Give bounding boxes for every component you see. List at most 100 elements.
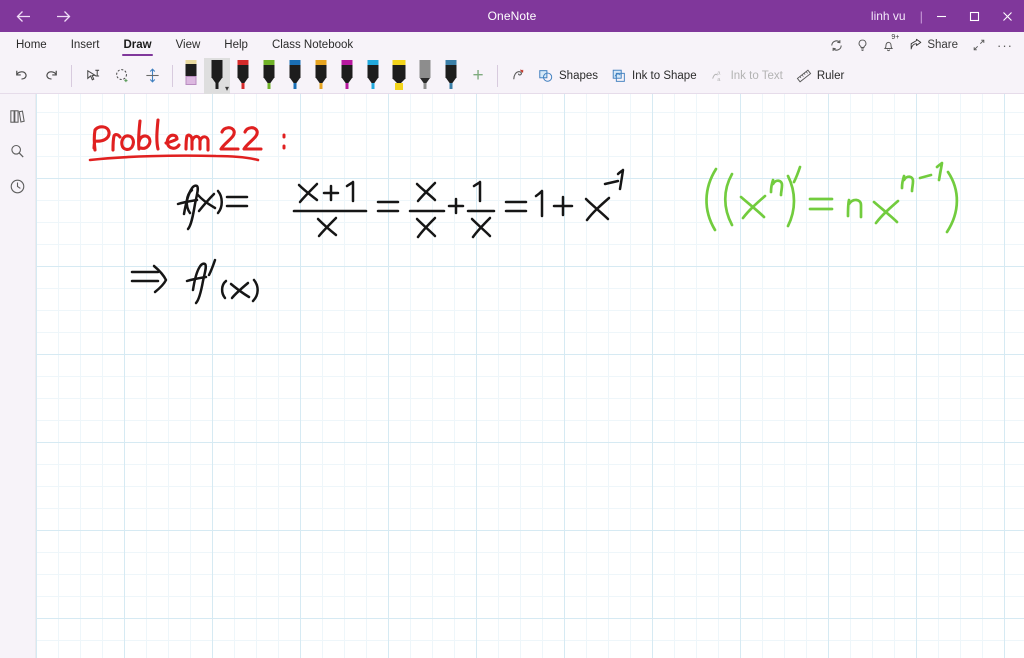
- ink-layer: [36, 94, 1024, 658]
- toolbar-divider-2: [172, 64, 173, 87]
- ink-equation-line-1: [176, 168, 625, 239]
- pen-barrel-orange: [315, 64, 327, 78]
- ruler-label: Ruler: [816, 69, 845, 82]
- tool-pen-blue[interactable]: [282, 58, 308, 94]
- undo-button[interactable]: [6, 61, 36, 91]
- tab-view[interactable]: View: [164, 32, 213, 58]
- draw-toolbar: ▾ + Shapes Ink to Shape a a Ink to Text …: [0, 57, 1024, 94]
- shapes-icon: [538, 68, 554, 84]
- ink-to-shape-label: Ink to Shape: [632, 69, 697, 82]
- sync-icon[interactable]: [823, 32, 849, 58]
- ink-to-shape-button[interactable]: Ink to Shape: [606, 62, 705, 90]
- title-bar: OneNote linh vu |: [0, 0, 1024, 32]
- eraser-barrel: [185, 63, 197, 76]
- svg-text:a: a: [717, 70, 721, 76]
- tool-pen-cyan[interactable]: [360, 58, 386, 94]
- notification-badge-count: 9+: [891, 34, 900, 41]
- tool-pen-black[interactable]: ▾: [204, 57, 230, 94]
- ink-replay-icon[interactable]: [503, 61, 533, 91]
- left-sidebar: [0, 94, 36, 658]
- add-pen-button[interactable]: +: [464, 61, 492, 91]
- more-options-icon[interactable]: ···: [992, 32, 1018, 58]
- redo-button[interactable]: [36, 61, 66, 91]
- forward-icon[interactable]: [46, 1, 80, 31]
- pencil-ink-gray: [423, 82, 427, 89]
- toolbar-divider-3: [497, 64, 498, 87]
- note-canvas[interactable]: [36, 94, 1024, 658]
- share-icon: [909, 38, 923, 52]
- svg-text:a: a: [717, 76, 721, 82]
- ink-to-shape-icon: [611, 68, 627, 84]
- pen-ink-cyan: [371, 82, 375, 89]
- chevron-down-icon[interactable]: ▾: [225, 84, 229, 93]
- notifications-bell-icon[interactable]: 9+: [875, 32, 901, 58]
- tool-pen-red[interactable]: [230, 58, 256, 94]
- title-separator: |: [919, 8, 923, 24]
- tool-pencil-gray[interactable]: [412, 58, 438, 94]
- search-icon[interactable]: [2, 135, 34, 167]
- tool-pen-orange[interactable]: [308, 58, 334, 94]
- user-account-name[interactable]: linh vu: [859, 9, 918, 23]
- pen-barrel-cyan: [367, 64, 379, 78]
- ink-to-text-icon: a a: [710, 68, 726, 84]
- ribbon-tab-bar: Home Insert Draw View Help Class Noteboo…: [0, 32, 1024, 58]
- pen-barrel-magenta: [341, 64, 353, 78]
- recent-notes-icon[interactable]: [2, 170, 34, 202]
- toolbar-divider: [71, 64, 72, 87]
- title-bar-right: linh vu |: [859, 0, 1024, 32]
- pen-barrel-black: [211, 64, 223, 78]
- ink-to-text-label: Ink to Text: [730, 69, 783, 82]
- select-region-icon[interactable]: [107, 61, 137, 91]
- lightbulb-icon[interactable]: [849, 32, 875, 58]
- ink-heading-problem-22: [88, 118, 286, 162]
- pen-ink-orange: [319, 82, 323, 89]
- expand-icon[interactable]: [966, 32, 992, 58]
- pen-ink-black: [215, 82, 219, 89]
- eraser-rubber: [185, 75, 197, 85]
- minimize-button[interactable]: [925, 0, 958, 32]
- handwritten-ink: [88, 118, 959, 305]
- shapes-label: Shapes: [559, 69, 599, 82]
- pen-ink-magenta: [345, 82, 349, 89]
- pen-barrel-steel-blue: [445, 64, 457, 78]
- onenote-window: OneNote linh vu | Home Insert Draw View …: [0, 0, 1024, 658]
- ink-power-rule-note: [705, 161, 959, 234]
- navigation-buttons: [0, 1, 80, 31]
- tab-insert[interactable]: Insert: [59, 32, 112, 58]
- pen-ink-blue: [293, 82, 297, 89]
- lasso-select-icon[interactable]: [77, 61, 107, 91]
- app-body: [0, 94, 1024, 658]
- tab-help[interactable]: Help: [212, 32, 260, 58]
- ribbon-right-actions: 9+ Share ···: [823, 32, 1024, 58]
- tool-highlighter-yellow[interactable]: [386, 58, 412, 94]
- maximize-button[interactable]: [958, 0, 991, 32]
- tool-pen-steel-blue[interactable]: [438, 58, 464, 94]
- ruler-icon: [796, 68, 812, 84]
- notebooks-icon[interactable]: [2, 100, 34, 132]
- tab-home[interactable]: Home: [4, 32, 59, 58]
- back-icon[interactable]: [6, 1, 40, 31]
- pen-barrel-blue: [289, 64, 301, 78]
- highlighter-barrel-yellow: [392, 64, 406, 78]
- tool-eraser[interactable]: [178, 58, 204, 94]
- pen-palette: ▾: [178, 57, 464, 94]
- tool-pen-magenta[interactable]: [334, 58, 360, 94]
- shapes-button[interactable]: Shapes: [533, 62, 606, 90]
- ink-to-text-button: a a Ink to Text: [705, 62, 791, 90]
- pencil-barrel-gray: [419, 64, 431, 78]
- tab-class-notebook[interactable]: Class Notebook: [260, 32, 365, 58]
- insert-space-icon[interactable]: [137, 61, 167, 91]
- tab-draw[interactable]: Draw: [111, 32, 163, 58]
- ruler-button[interactable]: Ruler: [791, 62, 852, 90]
- share-button[interactable]: Share: [901, 32, 966, 58]
- share-label: Share: [927, 39, 958, 51]
- tool-pen-green[interactable]: [256, 58, 282, 94]
- highlighter-ink-yellow: [395, 82, 403, 90]
- close-button[interactable]: [991, 0, 1024, 32]
- pen-ink-steel-blue: [449, 82, 453, 89]
- ink-equation-line-2: [130, 258, 259, 305]
- pen-ink-red: [241, 82, 245, 89]
- ribbon-tabs: Home Insert Draw View Help Class Noteboo…: [0, 32, 365, 58]
- pen-ink-green: [267, 82, 271, 89]
- pen-barrel-green: [263, 64, 275, 78]
